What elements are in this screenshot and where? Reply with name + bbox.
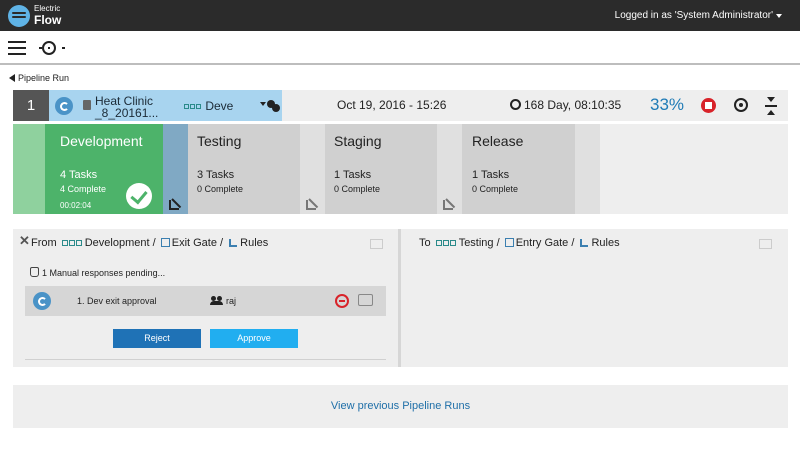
to-stage-link[interactable]: Testing / xyxy=(459,237,500,249)
from-stage-link[interactable]: Development / xyxy=(85,237,156,249)
approve-button[interactable]: Approve xyxy=(210,329,298,348)
from-label: From xyxy=(31,237,57,249)
gate-testing-exit[interactable] xyxy=(300,124,325,214)
checkmark-icon xyxy=(126,183,152,209)
top-bar: Electric Flow Logged in as 'System Admin… xyxy=(0,0,800,31)
chevron-down-icon[interactable] xyxy=(776,14,782,18)
stage-name: Testing xyxy=(197,133,242,149)
electricflow-logo-icon[interactable] xyxy=(8,5,30,27)
stage-square-icon xyxy=(184,104,189,109)
to-label: To xyxy=(419,237,431,249)
toolbar xyxy=(0,31,800,65)
user-menu[interactable]: Logged in as 'System Administrator' xyxy=(615,10,773,21)
exit-gate-panel: ✕ From Development / Exit Gate / Rules 1… xyxy=(13,229,398,367)
pipeline-stages: Development 4 Tasks 4 Complete 00:02:04 … xyxy=(13,124,788,214)
back-arrow-icon xyxy=(9,74,15,82)
gate-release-exit[interactable] xyxy=(575,124,600,214)
exit-gate-icon xyxy=(160,238,170,247)
gate-development-exit[interactable] xyxy=(163,124,188,214)
stage-squares-icon xyxy=(435,237,457,249)
stage-staging[interactable]: Staging 1 Tasks 0 Complete xyxy=(325,124,437,214)
run-number: 1 xyxy=(13,90,49,121)
task-label: 1. Dev exit approval xyxy=(77,296,157,306)
view-previous-runs-link[interactable]: View previous Pipeline Runs xyxy=(13,400,788,412)
pipeline-run-row: 1 Heat Clinic _8_20161... Deve Oct 19, 2… xyxy=(13,90,788,121)
rules-link[interactable]: Rules xyxy=(240,237,268,249)
rules-icon xyxy=(229,239,238,247)
exit-gate-breadcrumb: From Development / Exit Gate / Rules xyxy=(31,237,268,249)
stage-name: Staging xyxy=(334,133,382,149)
previous-runs-bar: View previous Pipeline Runs xyxy=(13,385,788,428)
abort-run-button[interactable] xyxy=(701,98,716,113)
stage-square-icon xyxy=(196,104,201,109)
back-link-label: Pipeline Run xyxy=(18,73,70,83)
reject-button[interactable]: Reject xyxy=(113,329,201,348)
crosshair-icon[interactable] xyxy=(39,41,65,55)
current-stage-indicator: Deve xyxy=(184,99,233,113)
stage-elapsed: 00:02:04 xyxy=(60,201,92,210)
info-icon[interactable] xyxy=(83,100,91,110)
stage-testing[interactable]: Testing 3 Tasks 0 Complete xyxy=(188,124,300,214)
run-name-line2: _8_20161... xyxy=(95,106,159,120)
rules-link[interactable]: Rules xyxy=(591,237,619,249)
exit-gate-link[interactable]: Exit Gate / xyxy=(172,237,223,249)
approval-task-row[interactable]: 1. Dev exit approval raj xyxy=(25,286,386,316)
run-date: Oct 19, 2016 - 15:26 xyxy=(337,98,447,112)
entry-gate-link[interactable]: Entry Gate / xyxy=(516,237,575,249)
task-status-icon xyxy=(33,292,51,310)
close-icon[interactable]: ✕ xyxy=(19,233,30,249)
entry-gate-panel: To Testing / Entry Gate / Rules xyxy=(401,229,788,367)
rules-icon xyxy=(443,200,453,210)
rules-icon xyxy=(306,200,316,210)
pending-responses: 1 Manual responses pending... xyxy=(30,267,165,278)
exit-icon[interactable] xyxy=(335,294,349,308)
collapse-icon[interactable] xyxy=(765,97,777,115)
run-duration: 168 Day, 08:10:35 xyxy=(524,98,622,112)
rules-icon xyxy=(580,239,589,247)
stage-task-count: 4 Tasks xyxy=(60,169,98,181)
stage-entry-gate[interactable] xyxy=(13,124,45,214)
brand-line1: Electric xyxy=(34,4,61,13)
comment-icon[interactable] xyxy=(358,294,373,306)
stage-complete-count: 0 Complete xyxy=(472,184,519,194)
stage-task-count: 1 Tasks xyxy=(472,169,510,181)
brand-line2: Flow xyxy=(34,13,62,27)
entry-gate-breadcrumb: To Testing / Entry Gate / Rules xyxy=(419,237,620,249)
locate-icon[interactable] xyxy=(734,98,748,112)
stage-squares-icon xyxy=(61,237,83,249)
task-assignee: raj xyxy=(226,296,237,306)
stage-square-icon xyxy=(190,104,195,109)
expand-icon[interactable] xyxy=(370,239,383,249)
stage-complete-count: 4 Complete xyxy=(60,184,107,194)
menu-icon[interactable] xyxy=(8,41,26,55)
brand-name[interactable]: Electric Flow xyxy=(34,4,62,27)
stage-name: Release xyxy=(472,133,524,149)
stage-complete-count: 0 Complete xyxy=(334,184,381,194)
expand-icon[interactable] xyxy=(759,239,772,249)
gate-detail-panel: ✕ From Development / Exit Gate / Rules 1… xyxy=(13,229,788,367)
back-link[interactable]: Pipeline Run xyxy=(9,73,69,83)
stage-task-count: 1 Tasks xyxy=(334,169,372,181)
assignees-icon xyxy=(210,296,223,305)
divider xyxy=(25,359,386,360)
run-status-icon xyxy=(55,97,73,115)
gate-staging-exit[interactable] xyxy=(437,124,462,214)
hand-icon xyxy=(30,267,39,277)
stopwatch-icon xyxy=(510,99,521,110)
current-stage-name: Deve xyxy=(205,99,234,113)
run-info[interactable]: Heat Clinic _8_20161... Deve xyxy=(49,90,282,121)
stage-complete-count: 0 Complete xyxy=(197,184,244,194)
entry-gate-icon xyxy=(504,238,514,247)
stage-release[interactable]: Release 1 Tasks 0 Complete xyxy=(462,124,575,214)
rules-icon xyxy=(169,200,179,210)
stage-task-count: 3 Tasks xyxy=(197,169,235,181)
run-progress: 33% xyxy=(650,95,685,114)
stage-name: Development xyxy=(60,133,143,149)
approvers-icon[interactable] xyxy=(260,99,280,113)
run-name[interactable]: Heat Clinic _8_20161... xyxy=(95,95,158,119)
pending-text: 1 Manual responses pending... xyxy=(42,268,166,278)
